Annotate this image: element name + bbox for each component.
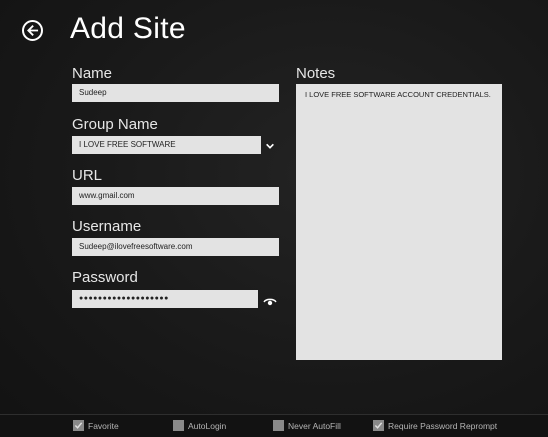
name-field[interactable]: Sudeep xyxy=(72,84,279,102)
name-label: Name xyxy=(72,65,113,82)
never-autofill-label: Never AutoFill xyxy=(288,420,341,431)
options-bar: Favorite AutoLogin Never AutoFill Requir… xyxy=(0,414,548,437)
group-name-select[interactable]: I LOVE FREE SOFTWARE xyxy=(72,136,261,154)
favorite-checkbox[interactable]: Favorite xyxy=(73,420,119,431)
notes-textarea[interactable]: I LOVE FREE SOFTWARE ACCOUNT CREDENTIALS… xyxy=(296,84,502,360)
checkbox-box xyxy=(173,420,184,431)
group-name-label: Group Name xyxy=(72,116,158,133)
group-dropdown-button[interactable] xyxy=(264,140,276,152)
url-field[interactable]: www.gmail.com xyxy=(72,187,279,205)
password-label: Password xyxy=(72,269,138,286)
checkmark-icon xyxy=(374,422,383,429)
back-button[interactable] xyxy=(22,20,43,41)
checkbox-box xyxy=(273,420,284,431)
checkbox-box xyxy=(73,420,84,431)
username-field[interactable]: Sudeep@ilovefreesoftware.com xyxy=(72,238,279,256)
favorite-label: Favorite xyxy=(88,420,119,431)
autologin-label: AutoLogin xyxy=(188,420,227,431)
page-title: Add Site xyxy=(70,12,186,45)
chevron-down-icon xyxy=(266,143,274,149)
eye-icon xyxy=(263,298,277,306)
notes-label: Notes xyxy=(296,65,336,82)
checkmark-icon xyxy=(74,422,83,429)
require-reprompt-label: Require Password Reprompt xyxy=(388,420,498,431)
reveal-password-button[interactable] xyxy=(263,294,277,306)
back-arrow-icon xyxy=(27,25,39,36)
require-reprompt-checkbox[interactable]: Require Password Reprompt xyxy=(373,420,497,431)
username-label: Username xyxy=(72,218,142,235)
url-label: URL xyxy=(72,167,103,184)
password-field[interactable]: ●●●●●●●●●●●●●●●●●●● xyxy=(72,290,258,308)
checkbox-box xyxy=(373,420,384,431)
never-autofill-checkbox[interactable]: Never AutoFill xyxy=(273,420,341,431)
autologin-checkbox[interactable]: AutoLogin xyxy=(173,420,226,431)
